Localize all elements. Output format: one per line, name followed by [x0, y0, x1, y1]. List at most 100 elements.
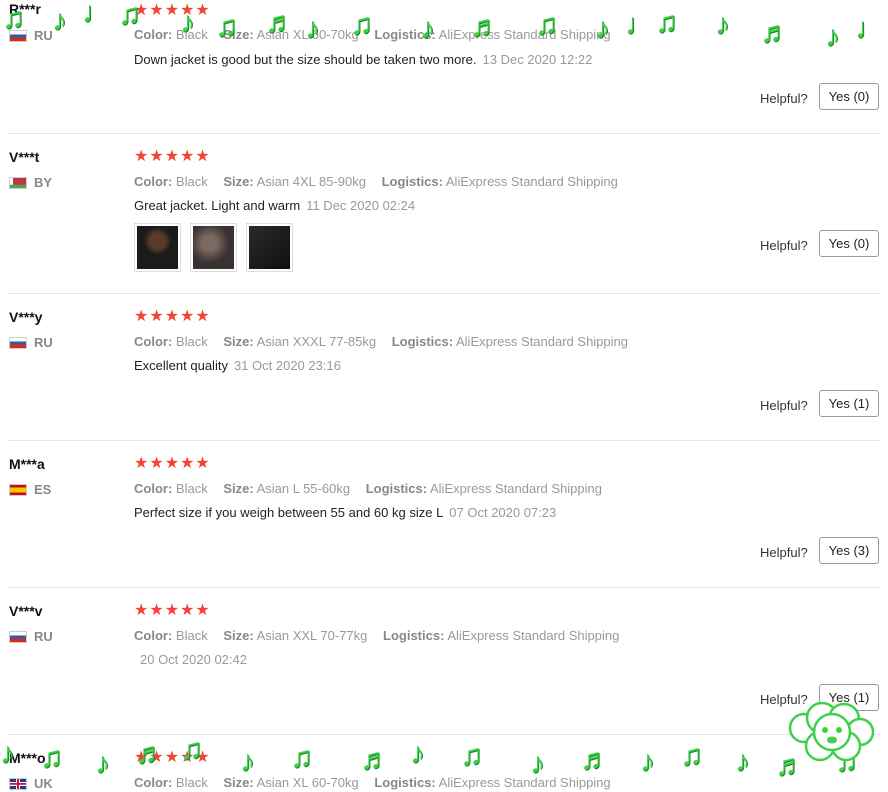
review-body: Excellent quality [134, 358, 228, 373]
helpful-yes-button[interactable]: Yes (0) [819, 230, 879, 257]
review-user: V***y [9, 309, 43, 325]
poodle-doodle-icon [788, 702, 875, 762]
review-date: 20 Oct 2020 02:42 [140, 652, 247, 667]
size-label: Size: [223, 174, 254, 189]
music-note-icon: ♫ [680, 739, 703, 772]
review-divider [8, 293, 880, 294]
music-note-icon: ♫ [655, 6, 678, 39]
color-value: Black [175, 481, 208, 496]
review-body: Great jacket. Light and warm [134, 198, 301, 213]
color-value: Black [175, 27, 208, 42]
review-date: 31 Oct 2020 23:16 [233, 358, 341, 373]
review-country: UK [9, 776, 53, 791]
size-value: Asian L 55-60kg [256, 481, 351, 496]
star-rating: ★★★★★ [134, 749, 211, 766]
review-divider [8, 734, 880, 735]
music-note-icon: ♪ [240, 745, 255, 778]
star-rating: ★★★★★ [134, 2, 211, 19]
color-label: Color: [134, 334, 173, 349]
logistics-label: Logistics: [365, 481, 428, 496]
review-divider [8, 587, 880, 588]
logistics-label: Logistics: [381, 174, 443, 189]
helpful-yes-button[interactable]: Yes (3) [819, 537, 879, 564]
review-divider [8, 133, 880, 134]
review-photo-thumbnail[interactable] [190, 223, 237, 272]
russia-flag-icon [9, 336, 27, 349]
belarus-flag-icon [9, 176, 27, 189]
color-value: Black [175, 174, 208, 189]
review-meta: Color: Black Size: Asian XL 60-70kg Logi… [134, 27, 611, 42]
review-user: V***v [9, 603, 43, 619]
color-label: Color: [134, 481, 173, 496]
music-note-icon: ♪ [95, 747, 110, 780]
review-photo-thumbnail[interactable] [246, 223, 293, 272]
review-text: 20 Oct 2020 02:42 [134, 652, 247, 667]
music-note-icon: ♬ [360, 743, 390, 776]
color-value: Black [175, 775, 208, 790]
review-photo-thumbnail[interactable] [134, 223, 181, 272]
review-text: Perfect size if you weigh between 55 and… [134, 505, 556, 520]
logistics-label: Logistics: [391, 334, 454, 349]
size-value: Asian 4XL 85-90kg [256, 174, 366, 189]
review-photos [134, 223, 293, 272]
country-code: UK [34, 776, 53, 791]
music-note-icon: ♩ [82, 0, 112, 29]
size-value: Asian XXXL 77-85kg [256, 334, 377, 349]
review-country: ES [9, 482, 51, 497]
color-value: Black [175, 334, 208, 349]
music-note-icon: ♪ [715, 8, 730, 41]
review-country: RU [9, 335, 53, 350]
size-label: Size: [223, 334, 254, 349]
helpful-label: Helpful? [760, 91, 808, 106]
music-note-icon: ♬ [760, 16, 790, 49]
review-text: Excellent quality 31 Oct 2020 23:16 [134, 358, 341, 373]
color-value: Black [175, 628, 208, 643]
helpful-label: Helpful? [760, 238, 808, 253]
logistics-value: AliExpress Standard Shipping [456, 334, 628, 349]
review-country: BY [9, 175, 52, 190]
logistics-label: Logistics: [374, 775, 436, 790]
review-meta: Color: Black Size: Asian 4XL 85-90kg Log… [134, 174, 618, 189]
country-code: RU [34, 335, 53, 350]
music-note-icon: ♩ [625, 8, 655, 41]
country-code: BY [34, 175, 53, 190]
size-value: Asian XL 60-70kg [256, 775, 359, 790]
review-meta: Color: Black Size: Asian L 55-60kg Logis… [134, 481, 602, 496]
size-value: Asian XL 60-70kg [256, 27, 359, 42]
country-code: RU [34, 28, 53, 43]
review-divider [8, 440, 880, 441]
review-country: RU [9, 28, 53, 43]
size-label: Size: [223, 775, 254, 790]
color-label: Color: [134, 628, 173, 643]
star-rating: ★★★★★ [134, 308, 211, 325]
helpful-label: Helpful? [760, 398, 808, 413]
russia-flag-icon [9, 29, 27, 42]
music-note-icon: ♫ [290, 741, 313, 774]
logistics-value: AliExpress Standard Shipping [438, 27, 611, 42]
music-note-icon: ♪ [410, 737, 425, 770]
logistics-value: AliExpress Standard Shipping [430, 481, 602, 496]
review-meta: Color: Black Size: Asian XL 60-70kg Logi… [134, 775, 611, 790]
helpful-yes-button[interactable]: Yes (1) [819, 390, 879, 417]
review-date: 13 Dec 2020 12:22 [482, 52, 593, 67]
helpful-yes-button[interactable]: Yes (0) [819, 83, 879, 110]
size-label: Size: [223, 481, 254, 496]
star-rating: ★★★★★ [134, 148, 211, 165]
country-code: ES [34, 482, 52, 497]
music-note-icon: ♪ [52, 4, 67, 37]
size-value: Asian XXL 70-77kg [256, 628, 368, 643]
review-date: 11 Dec 2020 02:24 [306, 198, 416, 213]
music-note-icon: ♪ [640, 745, 655, 778]
music-note-icon: ♬ [580, 743, 610, 776]
logistics-value: AliExpress Standard Shipping [438, 775, 611, 790]
review-meta: Color: Black Size: Asian XXXL 77-85kg Lo… [134, 334, 628, 349]
logistics-value: AliExpress Standard Shipping [445, 174, 618, 189]
review-text: Down jacket is good but the size should … [134, 52, 592, 67]
music-note-icon: ♩ [855, 12, 885, 45]
review-user: R***r [9, 1, 41, 17]
logistics-value: AliExpress Standard Shipping [447, 628, 620, 643]
review-body: Perfect size if you weigh between 55 and… [134, 505, 444, 520]
star-rating: ★★★★★ [134, 455, 211, 472]
review-body: Down jacket is good but the size should … [134, 52, 477, 67]
helpful-label: Helpful? [760, 545, 808, 560]
